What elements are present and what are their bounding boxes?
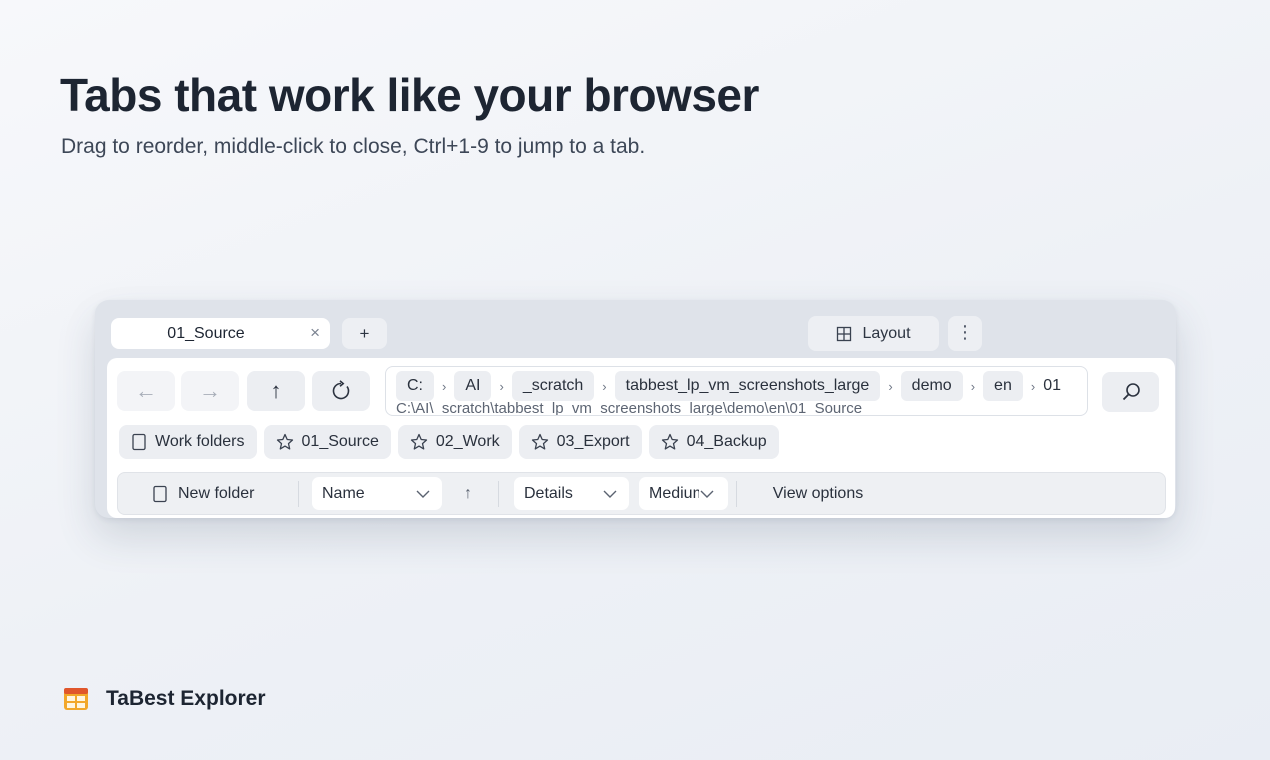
- breadcrumb: C: › AI › _scratch › tabbest_lp_vm_screenshots…: [396, 371, 1061, 401]
- app-logo-icon: [64, 688, 88, 710]
- layout-label: Layout: [862, 324, 911, 342]
- forward-button[interactable]: →: [181, 371, 239, 411]
- chevron-down-icon: [603, 490, 617, 498]
- breadcrumb-item-current[interactable]: 01: [1043, 377, 1061, 395]
- chevron-right-icon[interactable]: ›: [602, 379, 606, 394]
- layout-button[interactable]: Layout: [808, 316, 939, 351]
- favorite-label: 04_Backup: [686, 433, 767, 450]
- icon-size-select[interactable]: Medium: [639, 477, 728, 510]
- favorite-item[interactable]: 01_Source: [263, 425, 391, 459]
- address-bar[interactable]: C: › AI › _scratch › tabbest_lp_vm_screenshots…: [385, 366, 1088, 416]
- chevron-right-icon[interactable]: ›: [971, 379, 975, 394]
- brand: TaBest Explorer: [62, 685, 266, 713]
- explorer-window: 01_Source × + Layout ⋮ ← → ↑ C: › AI › _sc: [95, 300, 1176, 518]
- breadcrumb-item[interactable]: _scratch: [511, 371, 595, 401]
- favorite-label: 03_Export: [556, 433, 630, 450]
- hero-subtitle: Drag to reorder, middle-click to close, …: [61, 135, 646, 158]
- chevron-right-icon[interactable]: ›: [442, 379, 446, 394]
- refresh-icon: [332, 380, 350, 400]
- sort-direction-button[interactable]: ↑: [454, 477, 482, 510]
- sort-field-select[interactable]: Name: [312, 477, 442, 510]
- breadcrumb-item[interactable]: tabbest_lp_vm_screenshots_large: [614, 371, 881, 401]
- arrow-left-icon: ←: [135, 378, 157, 403]
- star-icon: [531, 433, 548, 450]
- toolbar-divider: [298, 481, 299, 507]
- arrow-up-icon: ↑: [270, 378, 282, 403]
- breadcrumb-item[interactable]: en: [983, 371, 1023, 401]
- new-tab-button[interactable]: +: [342, 318, 387, 349]
- chevron-right-icon[interactable]: ›: [1031, 379, 1035, 394]
- search-icon: [1122, 383, 1140, 401]
- favorite-item[interactable]: 02_Work: [397, 425, 512, 459]
- new-folder-label: New folder: [178, 484, 255, 502]
- grid-icon: [837, 326, 852, 341]
- favorite-item[interactable]: 03_Export: [518, 425, 642, 459]
- explorer-panel: ← → ↑ C: › AI › _scratch › tabbest_lp_vm_scree…: [107, 358, 1175, 518]
- arrow-right-icon: →: [199, 378, 221, 403]
- chevron-right-icon[interactable]: ›: [888, 379, 892, 394]
- star-icon: [276, 433, 293, 450]
- search-button[interactable]: [1102, 372, 1159, 412]
- up-button[interactable]: ↑: [247, 371, 305, 411]
- tab-01-source[interactable]: 01_Source ×: [111, 318, 330, 349]
- close-icon[interactable]: ×: [310, 323, 320, 343]
- chevron-down-icon: [700, 490, 714, 498]
- arrow-up-icon: ↑: [464, 484, 472, 502]
- view-mode-value: Details: [524, 484, 573, 502]
- new-folder-button[interactable]: New folder: [142, 477, 290, 510]
- tab-label: 01_Source: [167, 324, 245, 342]
- favorite-work-folders[interactable]: Work folders: [119, 425, 257, 459]
- favorite-label: 01_Source: [301, 433, 379, 450]
- chevron-right-icon[interactable]: ›: [499, 379, 503, 394]
- command-toolbar: New folder Name ↑ Details Medium: [117, 472, 1166, 515]
- breadcrumb-item[interactable]: C:: [396, 371, 434, 401]
- favorite-label: 02_Work: [435, 433, 500, 450]
- folder-icon: [153, 485, 167, 502]
- star-icon: [410, 433, 428, 450]
- star-icon: [661, 433, 678, 450]
- chevron-down-icon: [416, 490, 430, 498]
- favorite-item[interactable]: 04_Backup: [648, 425, 779, 459]
- icon-size-value: Medium: [649, 484, 699, 502]
- toolbar-divider: [498, 481, 499, 507]
- hero-title: Tabs that work like your browser: [60, 69, 759, 121]
- favorites-bar: Work folders 01_Source 02_Work 03_Export 04_…: [119, 425, 779, 459]
- app-name: TaBest Explorer: [106, 687, 266, 710]
- more-options-button[interactable]: ⋮: [948, 316, 982, 351]
- breadcrumb-item[interactable]: demo: [900, 371, 963, 401]
- sort-field-value: Name: [322, 484, 365, 502]
- view-mode-select[interactable]: Details: [514, 477, 629, 510]
- refresh-button[interactable]: [312, 371, 370, 411]
- toolbar-divider: [736, 481, 737, 507]
- folder-icon: [132, 433, 146, 451]
- address-path: C:\AI\_scratch\tabbest_lp_vm_screenshots…: [396, 400, 863, 416]
- favorite-label: Work folders: [155, 433, 245, 450]
- breadcrumb-item[interactable]: AI: [454, 371, 492, 401]
- view-options-label: View options: [772, 484, 864, 502]
- view-options-button[interactable]: View options: [744, 477, 892, 510]
- back-button[interactable]: ←: [117, 371, 175, 411]
